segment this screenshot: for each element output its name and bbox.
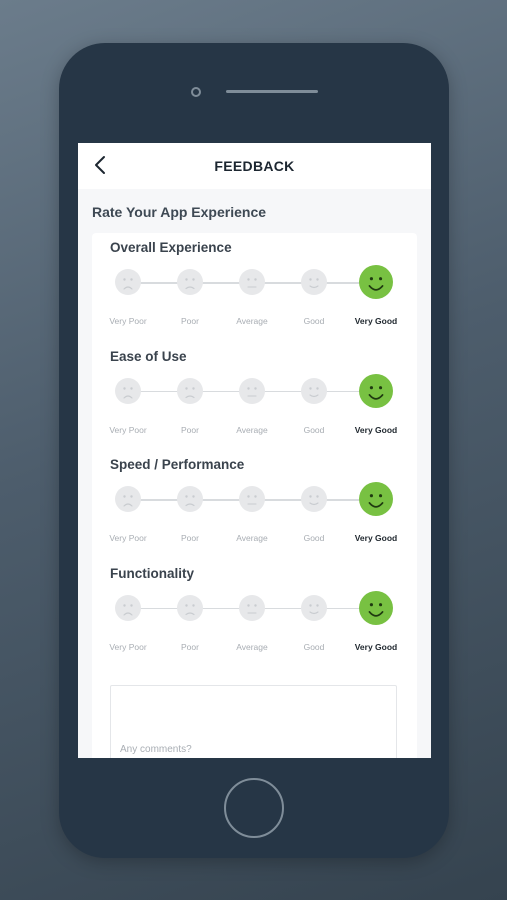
rating-question: Overall Experience Very Poor Poor Average Go…: [92, 233, 417, 341]
poor-face-icon[interactable]: [177, 377, 203, 404]
rating-label: Good: [303, 424, 325, 435]
rating-label: Good: [303, 641, 325, 652]
nav-bar: FEEDBACK: [78, 143, 431, 189]
rating-label: Very Poor: [109, 424, 147, 435]
rating-card: Overall Experience Very Poor Poor Average Go…: [92, 233, 417, 758]
home-button[interactable]: [224, 778, 284, 838]
page-title: FEEDBACK: [214, 158, 295, 174]
rating-label: Average: [236, 424, 268, 435]
rating-label: Good: [303, 316, 325, 326]
comments-placeholder: Any comments?: [120, 744, 192, 755]
rating-label: Very Good: [354, 641, 398, 652]
rating-label: Poor: [181, 316, 199, 326]
speaker-grille: [226, 90, 318, 93]
question-title: Ease of Use: [110, 348, 187, 364]
very-good-face-icon[interactable]: [359, 482, 393, 516]
rating-label: Poor: [181, 641, 199, 652]
average-face-icon[interactable]: [239, 377, 265, 404]
good-face-icon[interactable]: [301, 269, 327, 295]
rating-label: Very Poor: [109, 316, 147, 326]
poor-face-icon[interactable]: [177, 486, 203, 512]
good-face-icon[interactable]: [301, 377, 327, 404]
very-poor-face-icon[interactable]: [115, 377, 141, 404]
very-good-face-icon[interactable]: [359, 373, 393, 408]
back-button[interactable]: [88, 153, 112, 177]
very-good-face-icon[interactable]: [359, 265, 393, 299]
chevron-left-icon: [95, 156, 105, 174]
rating-label: Average: [236, 533, 268, 543]
rating-question: Ease of Use Very Poor Poor Average Good Very …: [92, 342, 417, 450]
comments-field[interactable]: Any comments?: [110, 685, 397, 758]
average-face-icon[interactable]: [239, 269, 265, 295]
question-title: Speed / Performance: [110, 457, 245, 472]
rating-question: Speed / Performance Very Poor Poor Average G…: [92, 450, 417, 558]
rating-label: Very Good: [354, 533, 398, 543]
rating-label: Poor: [181, 533, 199, 543]
very-poor-face-icon[interactable]: [115, 486, 141, 512]
section-title: Rate Your App Experience: [92, 204, 267, 220]
rating-label: Very Good: [354, 316, 398, 326]
rating-label: Poor: [181, 424, 199, 435]
rating-question: Functionality Very Poor Poor Average Good Ver…: [92, 559, 417, 667]
average-face-icon[interactable]: [239, 594, 265, 621]
very-poor-face-icon[interactable]: [115, 594, 141, 621]
average-face-icon[interactable]: [239, 486, 265, 512]
question-title: Overall Experience: [110, 240, 232, 255]
poor-face-icon[interactable]: [177, 269, 203, 295]
question-title: Functionality: [110, 565, 194, 581]
good-face-icon[interactable]: [301, 486, 327, 512]
rating-label: Very Poor: [109, 533, 147, 543]
rating-label: Average: [236, 316, 268, 326]
good-face-icon[interactable]: [301, 594, 327, 621]
rating-label: Average: [236, 641, 268, 652]
app-screen: FEEDBACK Rate Your App Experience Overal…: [78, 143, 431, 758]
rating-label: Very Good: [354, 424, 398, 435]
rating-label: Very Poor: [109, 641, 147, 652]
poor-face-icon[interactable]: [177, 594, 203, 621]
rating-label: Good: [303, 533, 325, 543]
very-poor-face-icon[interactable]: [115, 269, 141, 295]
very-good-face-icon[interactable]: [359, 590, 393, 625]
camera-icon: [191, 87, 201, 97]
